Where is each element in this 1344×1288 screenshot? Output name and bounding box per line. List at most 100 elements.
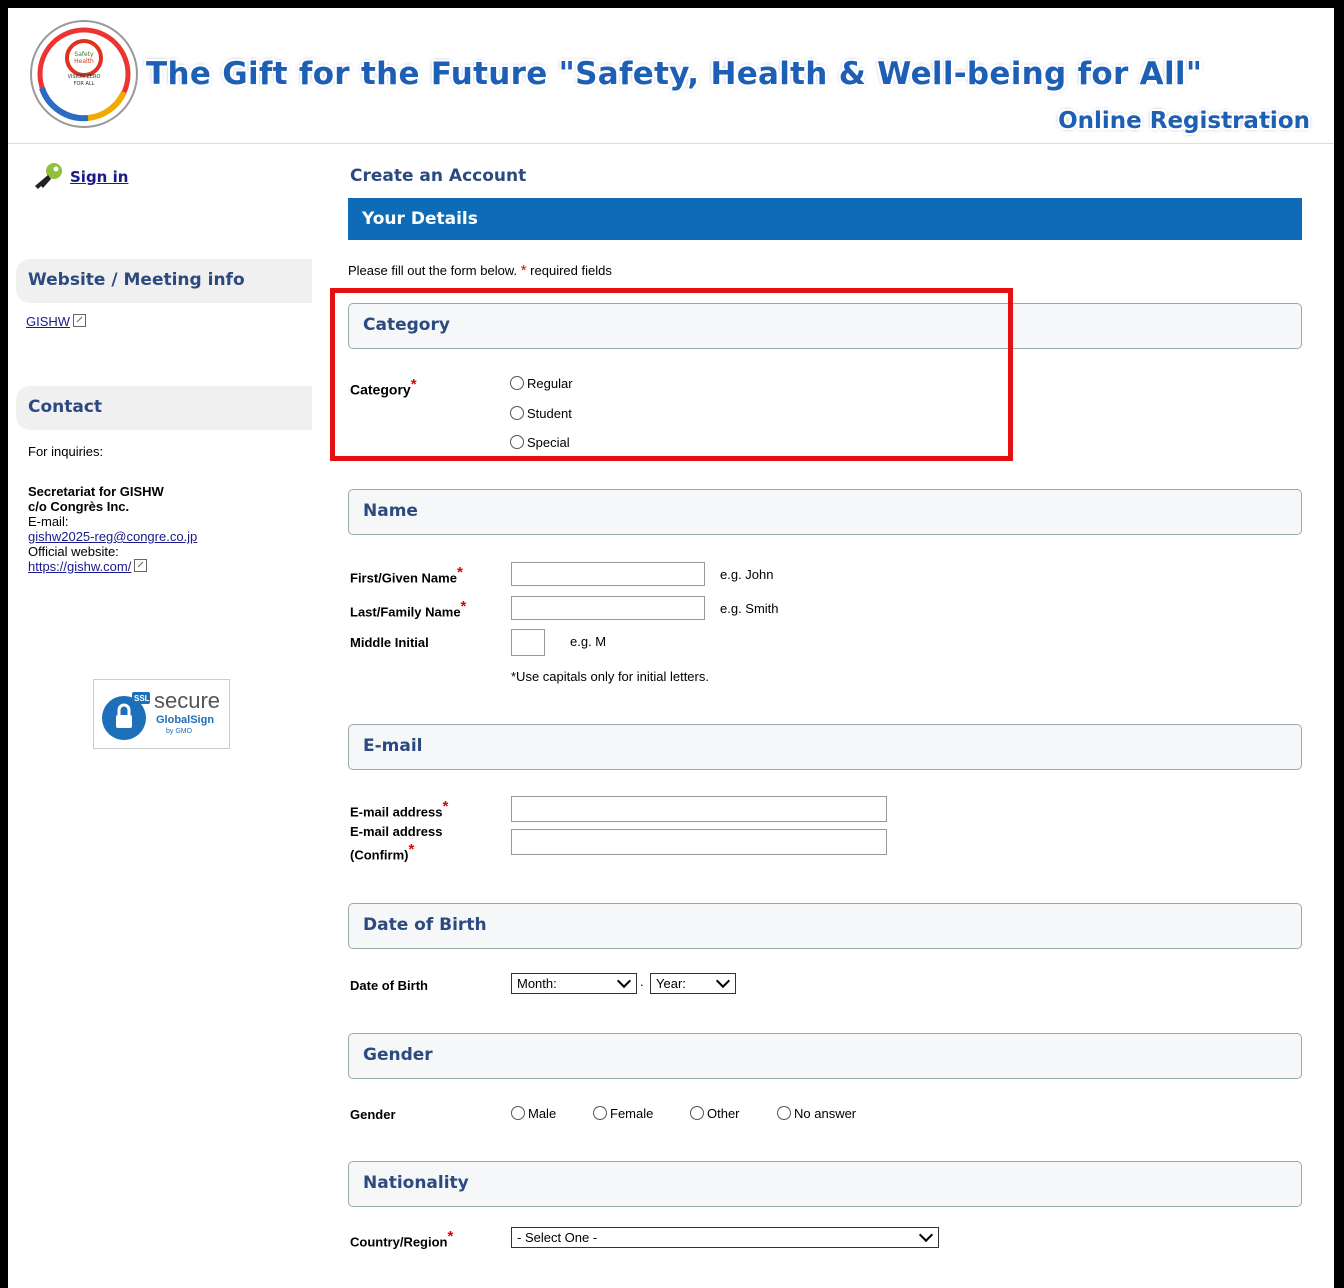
website-info-heading: Website / Meeting info <box>16 259 312 303</box>
middle-initial-label: Middle Initial <box>350 635 429 650</box>
radio-label: Male <box>528 1106 557 1121</box>
email-confirm-input[interactable] <box>511 829 887 855</box>
radio-circle-icon <box>690 1106 704 1120</box>
email-heading: E-mail <box>363 736 423 756</box>
svg-text:FOR ALL: FOR ALL <box>74 81 95 87</box>
gender-label: Gender <box>350 1107 396 1122</box>
page-frame: Safety Health VISION ZERO FOR ALL The Gi… <box>8 8 1334 1288</box>
email-address-input[interactable] <box>511 796 887 822</box>
last-name-input[interactable] <box>511 596 705 620</box>
radio-label: No answer <box>794 1106 857 1121</box>
radio-circle-icon <box>593 1106 607 1120</box>
middle-initial-input[interactable] <box>511 629 545 656</box>
email-section-header: E-mail <box>348 724 1302 770</box>
category-section-header: Category <box>348 303 1302 349</box>
gender-heading: Gender <box>363 1045 433 1065</box>
birth-year-select[interactable]: Year: <box>650 973 736 994</box>
country-select[interactable]: - Select One - <box>511 1227 939 1248</box>
secretariat-line2: c/o Congrès Inc. <box>28 499 130 514</box>
official-website-row: https://gishw.com/ <box>28 559 148 574</box>
email-confirm-label-line2: (Confirm) <box>350 847 409 863</box>
country-label: Country/Region* <box>350 1228 453 1251</box>
banner-subtitle: Online Registration <box>1058 108 1310 134</box>
capitals-note: *Use capitals only for initial letters. <box>511 669 709 684</box>
category-radio-student[interactable]: Student <box>510 406 572 421</box>
your-details-text: Your Details <box>362 209 478 229</box>
svg-text:VISION ZERO: VISION ZERO <box>68 74 101 80</box>
birth-month-value: Month: <box>517 976 557 991</box>
required-star: * <box>408 841 415 858</box>
key-icon <box>35 163 62 189</box>
ssl-secure-badge[interactable]: SSL secure GlobalSign by GMO <box>93 679 230 749</box>
gender-radio-male[interactable]: Male <box>511 1106 556 1121</box>
gishw-link-row: GISHW <box>26 314 87 329</box>
required-star: * <box>410 376 417 393</box>
gishw-link[interactable]: GISHW <box>26 314 70 329</box>
first-name-input[interactable] <box>511 562 705 586</box>
date-separator: . <box>640 974 644 989</box>
radio-label: Student <box>527 406 572 421</box>
inquiries-text: For inquiries: <box>28 444 104 459</box>
dob-section-header: Date of Birth <box>348 903 1302 949</box>
intro-text: Please fill out the form below. <box>348 263 518 278</box>
external-link-icon <box>73 314 87 327</box>
radio-label: Regular <box>527 376 573 391</box>
website-label: Official website: <box>28 544 119 559</box>
external-link-icon <box>134 559 148 572</box>
category-label: Category* <box>350 376 417 399</box>
gender-radio-other[interactable]: Other <box>690 1106 740 1121</box>
middle-initial-hint: e.g. M <box>570 634 607 649</box>
dob-label: Date of Birth <box>350 978 428 993</box>
svg-text:Safety: Safety <box>74 51 94 58</box>
your-details-bar: Your Details <box>348 198 1302 240</box>
first-name-label-text: First/Given Name <box>350 570 457 586</box>
radio-label: Special <box>527 435 570 450</box>
contact-email-link[interactable]: gishw2025-reg@congre.co.jp <box>28 529 197 544</box>
site-header: Safety Health VISION ZERO FOR ALL The Gi… <box>8 8 1334 144</box>
first-name-hint: e.g. John <box>720 567 774 582</box>
category-heading: Category <box>363 315 450 335</box>
ssl-tag: SSL <box>134 694 150 703</box>
radio-circle-icon <box>511 1106 525 1120</box>
last-name-hint: e.g. Smith <box>720 601 779 616</box>
required-star: * <box>456 564 463 581</box>
sign-in-link[interactable]: Sign in <box>70 168 128 186</box>
category-radio-special[interactable]: Special <box>510 435 570 450</box>
secretariat-line1: Secretariat for GISHW <box>28 484 164 499</box>
ssl-brand: GlobalSign <box>156 714 215 726</box>
website-info-heading-text: Website / Meeting info <box>28 270 245 290</box>
gender-radio-female[interactable]: Female <box>593 1106 653 1121</box>
intro-required-text: required fields <box>526 263 612 278</box>
email-address-label-text: E-mail address <box>350 804 443 820</box>
name-heading: Name <box>363 501 418 521</box>
country-select-value: - Select One - <box>517 1230 598 1245</box>
required-star: * <box>460 598 467 615</box>
category-label-text: Category <box>350 381 411 398</box>
required-star: * <box>442 798 449 815</box>
official-website-link[interactable]: https://gishw.com/ <box>28 559 131 574</box>
first-name-label: First/Given Name* <box>350 564 463 587</box>
email-confirm-label: E-mail address (Confirm)* <box>350 823 443 864</box>
gender-section-header: Gender <box>348 1033 1302 1079</box>
ssl-by: by GMO <box>166 728 193 735</box>
radio-circle-icon <box>510 406 524 420</box>
event-logo: Safety Health VISION ZERO FOR ALL <box>30 20 138 128</box>
gender-radio-no-answer[interactable]: No answer <box>777 1106 856 1121</box>
email-confirm-label-line1: E-mail address <box>350 824 443 839</box>
form-intro: Please fill out the form below. * requir… <box>348 262 612 279</box>
nationality-section-header: Nationality <box>348 1161 1302 1207</box>
category-radio-regular[interactable]: Regular <box>510 376 573 391</box>
page-title: Create an Account <box>350 166 527 186</box>
country-label-text: Country/Region <box>350 1234 448 1250</box>
required-star: * <box>447 1228 454 1245</box>
chevron-down-icon <box>918 1227 934 1243</box>
last-name-label: Last/Family Name* <box>350 598 466 621</box>
svg-text:Health: Health <box>74 58 94 65</box>
radio-circle-icon <box>510 435 524 449</box>
radio-label: Female <box>610 1106 654 1121</box>
contact-heading-text: Contact <box>28 397 103 417</box>
radio-circle-icon <box>510 376 524 390</box>
dob-heading: Date of Birth <box>363 915 487 935</box>
birth-month-select[interactable]: Month: <box>511 973 637 994</box>
email-label: E-mail: <box>28 514 69 529</box>
